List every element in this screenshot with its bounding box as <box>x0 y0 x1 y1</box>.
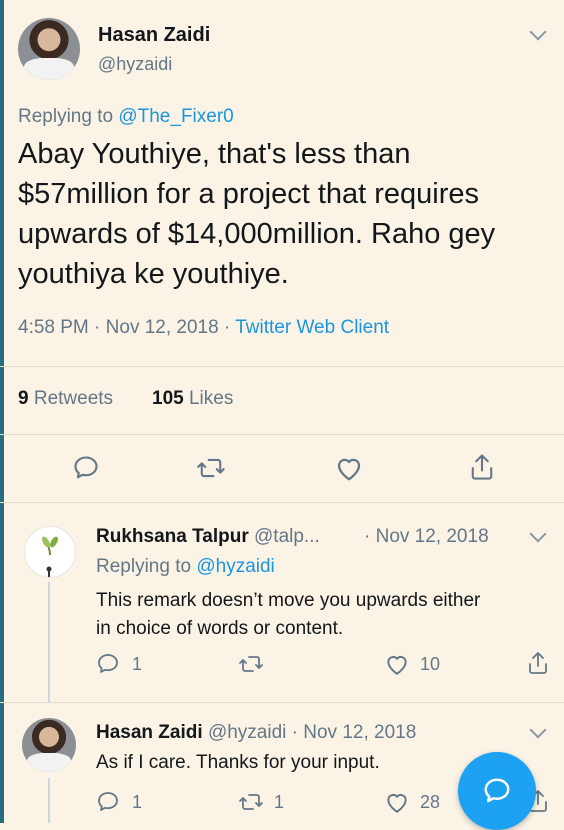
author-name[interactable]: Hasan Zaidi <box>96 722 203 743</box>
tweet-text-line: $57million for a project that requires <box>18 178 480 210</box>
author-handle[interactable]: @hyzaidi <box>208 722 286 743</box>
retweet-icon[interactable] <box>238 790 264 814</box>
retweet-icon[interactable] <box>238 652 264 676</box>
likes-stat[interactable]: 105 Likes <box>152 388 233 410</box>
reply-date-wrap: · Nov 12, 2018 <box>364 526 489 548</box>
reply-text-line: This remark doesn’t move you upwards eit… <box>96 590 481 611</box>
meta-separator: · <box>223 317 231 338</box>
like-count: 28 <box>420 792 441 812</box>
likes-count: 105 <box>152 388 184 409</box>
tweet-time[interactable]: 4:58 PM <box>18 317 89 338</box>
divider <box>0 366 564 367</box>
replying-to-link[interactable]: @hyzaidi <box>196 556 274 577</box>
window-edge <box>0 0 4 823</box>
replying-prefix: Replying to <box>18 106 114 127</box>
thread-line <box>48 582 50 702</box>
tweet-client[interactable]: Twitter Web Client <box>235 317 389 338</box>
compose-reply-button[interactable] <box>458 752 536 830</box>
thread-line <box>48 778 50 823</box>
like-icon[interactable] <box>334 454 364 482</box>
share-icon[interactable] <box>468 452 496 482</box>
replying-to-line: Replying to @The_Fixer0 <box>18 106 234 128</box>
replying-prefix: Replying to <box>96 556 192 577</box>
chevron-down-icon[interactable] <box>529 23 547 41</box>
tweet-text-line: youthiya ke youthiye. <box>18 258 289 290</box>
tweet-meta: 4:58 PM · Nov 12, 2018 · Twitter Web Cli… <box>18 317 389 339</box>
meta-separator: · <box>94 317 101 338</box>
reply-text: This remark doesn’t move you upwards eit… <box>96 587 480 643</box>
reply-date[interactable]: Nov 12, 2018 <box>303 722 416 743</box>
retweet-count: 1 <box>274 792 285 812</box>
reply-icon[interactable] <box>96 790 120 814</box>
meta-separator: · <box>291 722 298 743</box>
author-handle[interactable]: @talp... <box>254 526 320 547</box>
reply-count: 1 <box>132 654 143 674</box>
avatar[interactable] <box>24 526 76 578</box>
meta-separator: · <box>364 526 371 547</box>
retweets-label: Retweets <box>33 388 114 409</box>
chevron-down-icon[interactable] <box>529 525 547 543</box>
tweet-text-line: Abay Youthiye, that's less than <box>18 138 411 170</box>
tweet-text-line: upwards of $14,000million. Raho gey <box>18 218 496 250</box>
tweet-date[interactable]: Nov 12, 2018 <box>106 317 219 338</box>
compose-reply-icon <box>482 776 512 806</box>
share-icon[interactable] <box>526 650 550 676</box>
like-count: 10 <box>420 654 441 674</box>
avatar[interactable] <box>18 18 80 80</box>
avatar[interactable] <box>22 718 76 772</box>
reply-text-line: As if I care. Thanks for your input. <box>96 752 380 773</box>
retweets-stat[interactable]: 9 Retweets <box>18 388 113 410</box>
divider <box>0 702 564 703</box>
reply-count: 1 <box>132 792 143 812</box>
author-name[interactable]: Hasan Zaidi <box>98 24 210 47</box>
reply-text-line: in choice of words or content. <box>96 618 344 639</box>
replying-to-link[interactable]: @The_Fixer0 <box>118 106 233 127</box>
replying-to-line: Replying to @hyzaidi <box>96 556 275 578</box>
retweet-icon[interactable] <box>196 454 226 482</box>
like-icon[interactable] <box>384 790 410 814</box>
reply-icon[interactable] <box>96 652 120 676</box>
divider <box>0 502 564 503</box>
reply-header: Rukhsana Talpur @talp... <box>96 526 320 548</box>
reply-date[interactable]: Nov 12, 2018 <box>376 526 489 547</box>
tweet-text: Abay Youthiye, that's less than $57milli… <box>18 134 495 294</box>
divider <box>0 434 564 435</box>
author-handle[interactable]: @hyzaidi <box>98 54 172 75</box>
reply-icon[interactable] <box>72 454 100 482</box>
reply-header: Hasan Zaidi @hyzaidi · Nov 12, 2018 <box>96 722 416 744</box>
like-icon[interactable] <box>384 652 410 676</box>
chevron-down-icon[interactable] <box>529 721 547 739</box>
retweets-count: 9 <box>18 388 29 409</box>
likes-label: Likes <box>188 388 234 409</box>
author-name[interactable]: Rukhsana Talpur <box>96 526 249 547</box>
